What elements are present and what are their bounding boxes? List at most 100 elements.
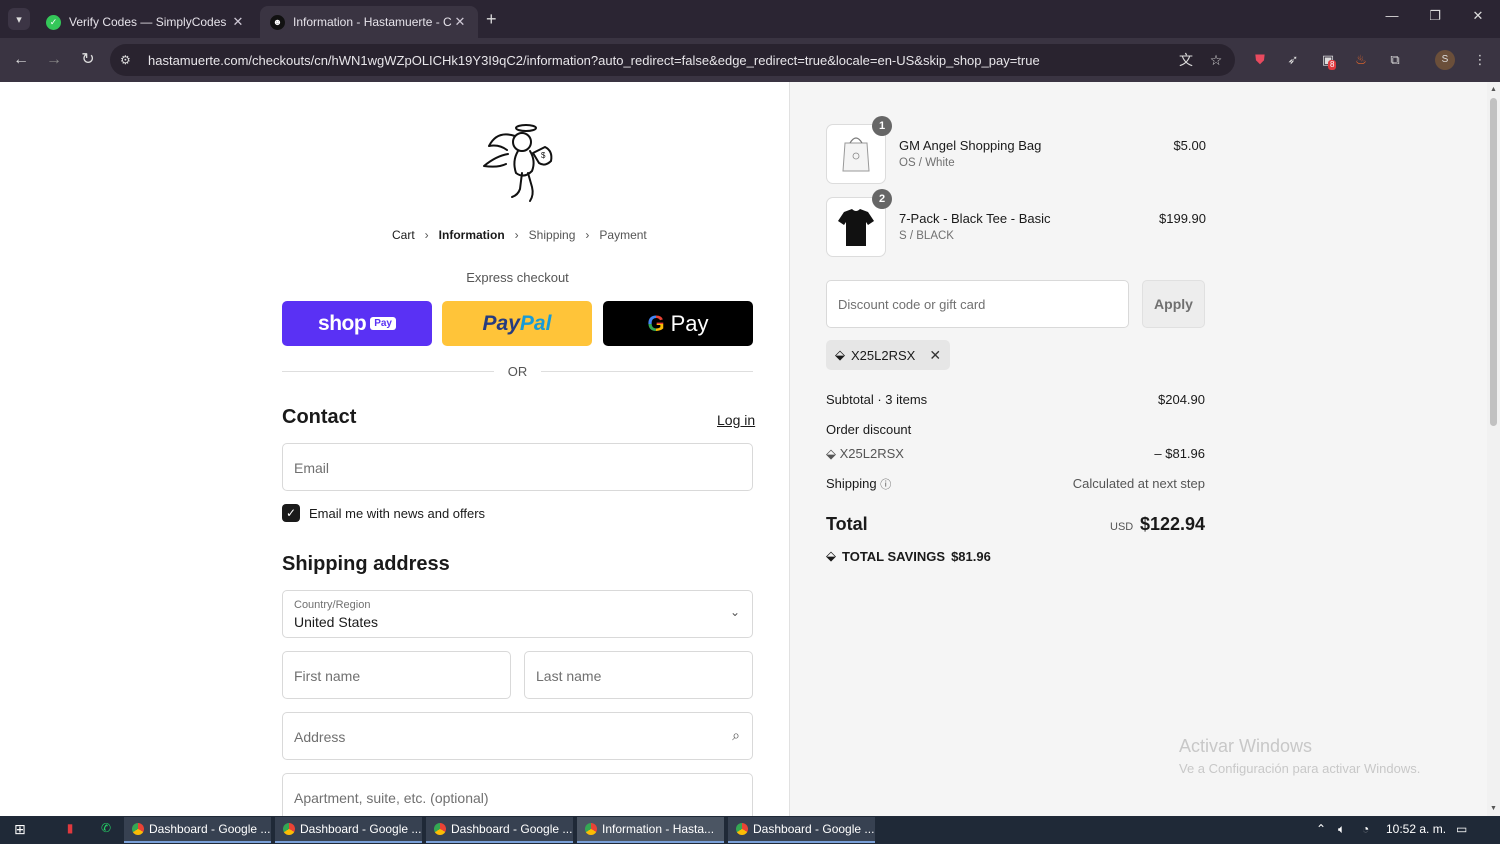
- whatsapp-icon[interactable]: ✆: [96, 821, 116, 839]
- chevron-right-icon: ›: [424, 228, 429, 242]
- tab-simplycodes[interactable]: ✓ Verify Codes — SimplyCodes ✕: [36, 6, 256, 38]
- last-name-placeholder: Last name: [536, 668, 602, 684]
- breadcrumb-cart[interactable]: Cart: [392, 228, 415, 242]
- forward-arrow-icon[interactable]: →: [43, 49, 65, 71]
- scroll-up-icon[interactable]: ▲: [1490, 86, 1497, 93]
- close-icon[interactable]: ✕: [452, 14, 468, 30]
- google-pay-button[interactable]: G Pay: [603, 301, 753, 346]
- newsletter-option[interactable]: ✓ Email me with news and offers: [282, 504, 485, 522]
- bookmark-star-icon[interactable]: ☆: [1205, 52, 1227, 69]
- taskbar-window-active[interactable]: Information - Hasta...: [577, 817, 724, 843]
- newsletter-label: Email me with news and offers: [309, 505, 486, 521]
- quantity-badge: 1: [872, 116, 892, 136]
- discount-placeholder: Discount code or gift card: [838, 297, 986, 312]
- product-variant: S / BLACK: [899, 230, 954, 242]
- page-scrollbar[interactable]: ▲ ▼: [1487, 82, 1500, 816]
- breadcrumb-information: Information: [438, 228, 505, 242]
- apply-discount-button[interactable]: Apply: [1142, 280, 1205, 328]
- notifications-icon[interactable]: ▭: [1456, 822, 1467, 836]
- chrome-icon: [736, 823, 748, 835]
- clock[interactable]: 10:52 a. m.: [1386, 822, 1446, 836]
- shop-pay-button[interactable]: shop Pay: [282, 301, 432, 346]
- line-item: 1 GM Angel Shopping Bag OS / White $5.00: [826, 116, 1206, 184]
- discount-value: – $81.96: [1154, 446, 1205, 461]
- taskbar-window[interactable]: Dashboard - Google ...: [728, 817, 875, 843]
- address-field[interactable]: Address ⌕: [282, 712, 753, 760]
- minimize-icon[interactable]: —: [1382, 8, 1402, 23]
- url-text[interactable]: hastamuerte.com/checkouts/cn/hWN1wgWZpOL…: [148, 53, 1175, 68]
- breadcrumb-shipping: Shipping: [528, 228, 576, 242]
- taskbar-window[interactable]: Dashboard - Google ...: [124, 817, 271, 843]
- shipping-row: Shipping ⓘ Calculated at next step: [826, 476, 1205, 492]
- wifi-icon[interactable]: ◔: [1362, 822, 1369, 836]
- newsletter-checkbox[interactable]: ✓: [282, 504, 300, 522]
- last-name-field[interactable]: Last name: [524, 651, 753, 699]
- applied-discount-chip: ⬙ X25L2RSX ✕: [826, 340, 951, 370]
- subtotal-row: Subtotal · 3 items $204.90: [826, 392, 1205, 407]
- extension-with-badge-icon[interactable]: ▣ 8: [1318, 50, 1338, 70]
- taskbar-window-label: Dashboard - Google ...: [300, 822, 422, 836]
- tab-title: Verify Codes — SimplyCodes: [69, 15, 227, 29]
- address-placeholder: Address: [294, 729, 346, 745]
- shield-extension-icon[interactable]: ⛊: [1250, 50, 1270, 70]
- reload-icon[interactable]: ↻: [77, 49, 99, 71]
- taskbar-window[interactable]: Dashboard - Google ...: [426, 817, 573, 843]
- new-tab-button[interactable]: +: [486, 9, 497, 30]
- chrome-icon: [283, 823, 295, 835]
- feather-extension-icon[interactable]: ➶: [1283, 50, 1303, 70]
- tray-chevron-up-icon[interactable]: ⌃: [1316, 822, 1326, 836]
- address-bar[interactable]: ⚙ hastamuerte.com/checkouts/cn/hWN1wgWZp…: [110, 44, 1235, 76]
- close-icon[interactable]: ✕: [230, 14, 246, 30]
- pinned-app-icon[interactable]: ▮: [60, 821, 80, 839]
- savings-value: $81.96: [951, 548, 991, 564]
- paypal-wordmark: PayPal: [483, 312, 552, 336]
- taskbar-window[interactable]: Dashboard - Google ...: [275, 817, 422, 843]
- discount-code-row: ⬙ X25L2RSX – $81.96: [826, 446, 1205, 462]
- quantity-badge: 2: [872, 189, 892, 209]
- shop-pay-wordmark: shop: [318, 311, 367, 335]
- shop-pay-chip: Pay: [370, 317, 396, 330]
- kebab-menu-icon[interactable]: ⋮: [1470, 50, 1490, 70]
- login-link[interactable]: Log in: [717, 412, 755, 428]
- gpay-word: Pay: [670, 310, 709, 336]
- paypal-button[interactable]: PayPal: [442, 301, 592, 346]
- restore-icon[interactable]: ❐: [1425, 8, 1445, 24]
- first-name-field[interactable]: First name: [282, 651, 511, 699]
- tag-icon: ⬙: [826, 548, 836, 563]
- puzzle-extensions-icon[interactable]: ⧉: [1385, 50, 1405, 70]
- apartment-placeholder: Apartment, suite, etc. (optional): [294, 790, 489, 806]
- shipping-address-heading: Shipping address: [282, 553, 450, 575]
- product-name: 7-Pack - Black Tee - Basic: [899, 211, 1051, 226]
- tab-hastamuerte[interactable]: ☻ Information - Hastamuerte - Ch ✕: [260, 6, 478, 38]
- breadcrumb: Cart › Information › Shipping › Payment: [392, 228, 647, 242]
- hastamuerte-favicon-icon: ☻: [270, 14, 285, 30]
- express-checkout-label: Express checkout: [466, 270, 569, 285]
- contact-heading: Contact: [282, 406, 357, 428]
- fire-extension-icon[interactable]: ♨: [1351, 50, 1371, 70]
- scrollbar-thumb[interactable]: [1490, 98, 1497, 426]
- help-circle-icon[interactable]: ⓘ: [880, 479, 891, 491]
- shipping-value: Calculated at next step: [1072, 476, 1205, 491]
- taskbar-window-label: Dashboard - Google ...: [149, 822, 271, 836]
- chevron-right-icon: ›: [514, 228, 519, 242]
- profile-avatar[interactable]: S: [1435, 50, 1455, 70]
- subtotal-value: $204.90: [1158, 392, 1205, 407]
- tab-search-button[interactable]: ▾: [8, 8, 30, 30]
- email-field[interactable]: Email: [282, 443, 753, 491]
- or-divider: OR: [282, 364, 753, 379]
- back-arrow-icon[interactable]: ←: [10, 49, 32, 71]
- start-menu-icon[interactable]: ⊞: [14, 821, 34, 839]
- tag-icon: ⬙: [826, 446, 836, 461]
- google-pay-wordmark: G Pay: [647, 311, 708, 337]
- remove-discount-icon[interactable]: ✕: [929, 347, 941, 364]
- apartment-field[interactable]: Apartment, suite, etc. (optional): [282, 773, 753, 816]
- scroll-down-icon[interactable]: ▼: [1490, 805, 1497, 812]
- taskbar-window-label: Information - Hasta...: [602, 822, 715, 836]
- extension-badge: 8: [1328, 60, 1337, 70]
- discount-code-input[interactable]: Discount code or gift card: [826, 280, 1129, 328]
- country-select[interactable]: Country/Region United States ⌄: [282, 590, 753, 638]
- site-info-icon[interactable]: ⚙: [120, 53, 138, 67]
- window-close-icon[interactable]: ✕: [1468, 8, 1488, 24]
- translate-icon[interactable]: 文: [1175, 50, 1197, 70]
- volume-icon[interactable]: 🔈︎: [1338, 822, 1345, 837]
